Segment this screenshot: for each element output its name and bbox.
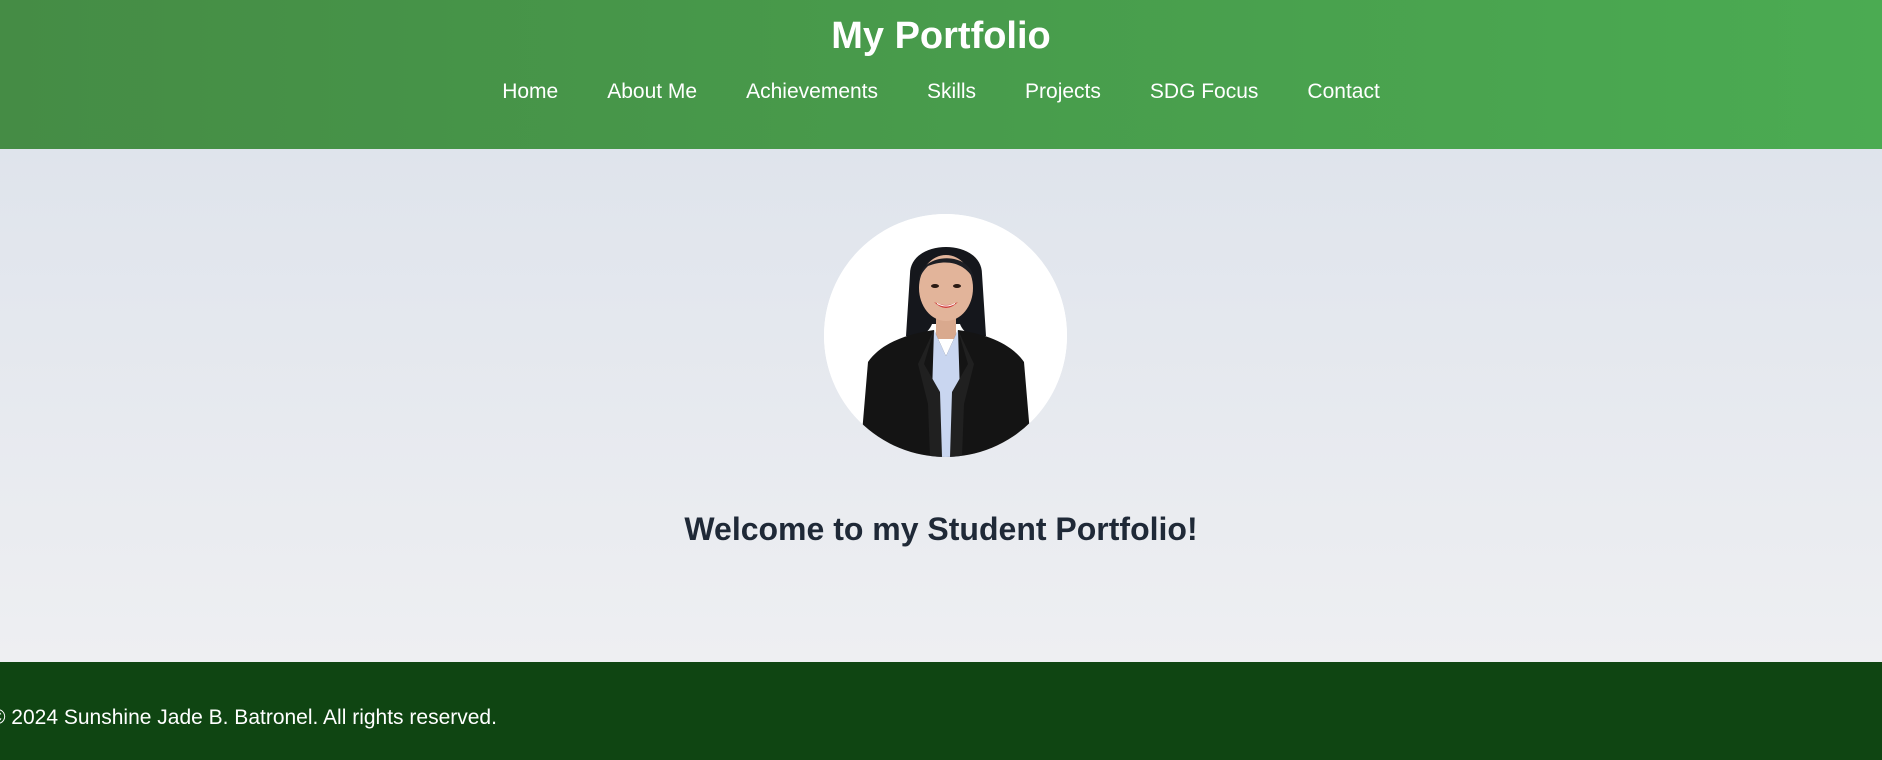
profile-photo-illustration bbox=[824, 214, 1067, 457]
nav-item-sdg-focus[interactable]: SDG Focus bbox=[1150, 78, 1259, 106]
main-nav: Home About Me Achievements Skills Projec… bbox=[0, 78, 1882, 106]
portfolio-page: My Portfolio Home About Me Achievements … bbox=[0, 0, 1882, 760]
profile-photo bbox=[824, 214, 1067, 457]
site-title: My Portfolio bbox=[831, 15, 1051, 57]
site-footer: © 2024 Sunshine Jade B. Batronel. All ri… bbox=[0, 662, 1882, 760]
copyright-text: © 2024 Sunshine Jade B. Batronel. All ri… bbox=[0, 706, 497, 729]
nav-item-contact[interactable]: Contact bbox=[1307, 78, 1379, 106]
nav-item-home[interactable]: Home bbox=[502, 78, 558, 106]
welcome-heading: Welcome to my Student Portfolio! bbox=[684, 511, 1198, 547]
nav-item-projects[interactable]: Projects bbox=[1025, 78, 1101, 106]
nav-item-about-me[interactable]: About Me bbox=[607, 78, 697, 106]
hero-section: Welcome to my Student Portfolio! bbox=[0, 149, 1882, 662]
nav-item-achievements[interactable]: Achievements bbox=[746, 78, 878, 106]
site-header: My Portfolio Home About Me Achievements … bbox=[0, 0, 1882, 149]
nav-item-skills[interactable]: Skills bbox=[927, 78, 976, 106]
